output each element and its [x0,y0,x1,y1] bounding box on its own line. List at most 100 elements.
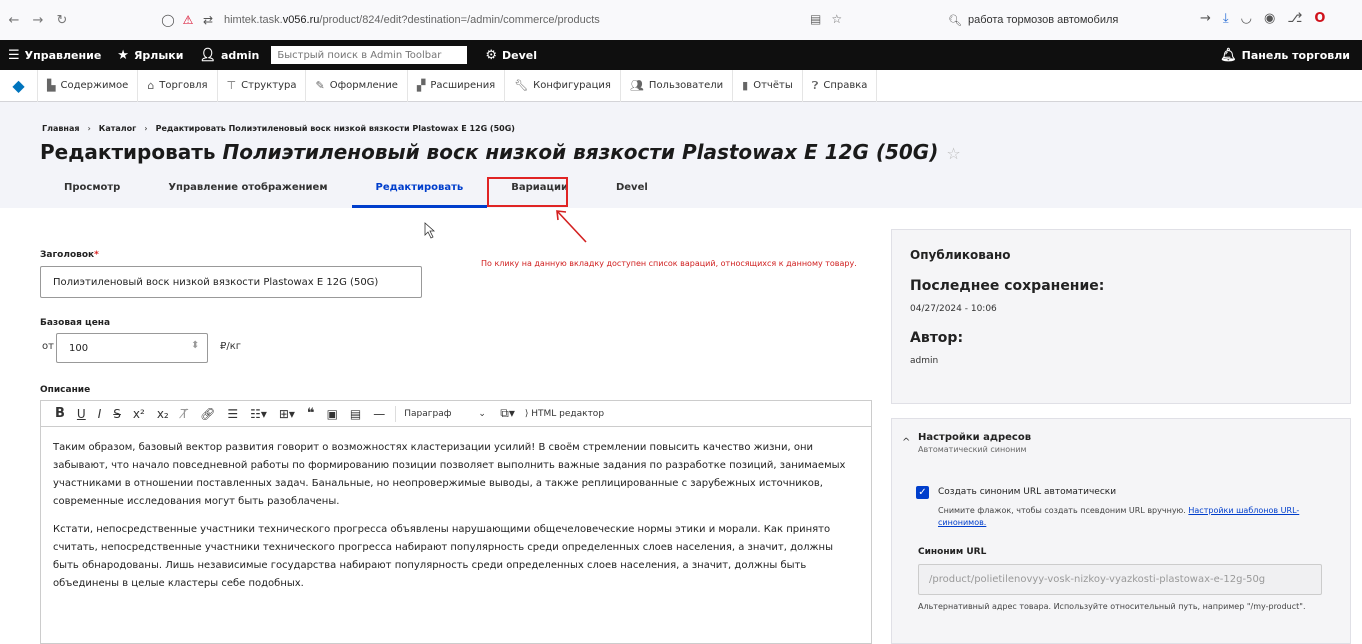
description-label: Описание [40,385,91,395]
breadcrumb-home[interactable]: Главная [42,124,79,133]
browser-bar: ← → ↻ ◯ ⚠ ⇄ himtek.task.v056.ru/product/… [0,0,1362,40]
shield-icon[interactable]: ◯ [160,13,176,27]
back-icon[interactable]: ← [4,13,24,28]
insecure-lock-icon[interactable]: ⚠ [180,13,196,27]
auto-alias-checkbox[interactable]: ✓ [916,486,929,499]
last-saved-label: Последнее сохранение: [910,278,1105,294]
structure-icon: ⊤ [226,79,237,92]
price-input[interactable]: 100 [56,333,208,363]
editor-content[interactable]: Таким образом, базовый вектор развития г… [40,427,872,644]
opera-icon[interactable]: O [1314,11,1325,26]
reload-icon[interactable]: ↻ [52,13,72,28]
tray-item-configuration[interactable]: 🔧︎ Конфигурация [505,69,621,102]
address-bar[interactable]: ◯ ⚠ ⇄ himtek.task.v056.ru/product/824/ed… [160,8,860,32]
bell-icon: 🔔︎ [1220,47,1237,63]
tab-devel[interactable]: Devel [592,182,672,208]
reader-view-icon[interactable]: ▤ [810,12,821,26]
pocket-icon[interactable]: ◡ [1241,11,1252,26]
wrench-icon: 🔧︎ [514,79,529,92]
tray-item-help[interactable]: ❓︎ Справка [803,69,878,102]
horizontal-line-icon[interactable]: — [367,407,391,421]
bulleted-list-icon[interactable]: ☰ [221,407,244,421]
image-upload-icon[interactable]: ▣ [321,407,344,421]
status-label: Опубликовано [910,248,1011,262]
title-label: Заголовок* [40,250,99,260]
source-code-icon[interactable]: ⧉▾ [494,406,521,421]
bold-icon[interactable]: B [49,406,71,421]
underline-icon[interactable]: U [71,407,92,421]
superscript-icon[interactable]: x² [127,407,151,421]
search-icon: 🔍︎ [948,14,962,27]
bookmark-star-icon[interactable]: ☆ [831,12,842,26]
tray-item-people[interactable]: 👥︎ Пользователи [621,69,734,102]
permissions-icon[interactable]: ⇄ [200,13,216,27]
meta-card: Опубликовано Последнее сохранение: 04/27… [891,229,1351,404]
download-icon[interactable]: ⤓ [1223,11,1229,26]
numbered-list-icon[interactable]: ☷▾ [244,407,273,421]
shortcut-star-icon[interactable]: ☆ [946,144,960,163]
alias-label: Синоним URL [918,547,987,557]
toolbar-user[interactable]: 👤︎ admin [191,40,267,70]
tab-manage-display[interactable]: Управление отображением [144,182,351,208]
media-icon[interactable]: ▤ [344,407,367,421]
author-label: Автор: [910,330,964,346]
title-input[interactable]: Полиэтиленовый воск низкой вязкости Plas… [40,266,422,298]
admin-toolbar: ☰Управление ★Ярлыки 👤︎admin ⚙Devel 🔔︎Пан… [0,40,1362,70]
table-icon[interactable]: ⊞▾ [273,407,301,421]
page-title: Редактировать Полиэтиленовый воск низкой… [40,140,961,164]
toolbar-search-input[interactable] [271,46,468,64]
auto-alias-label[interactable]: Создать синоним URL автоматически [938,487,1116,497]
author-value: admin [910,356,939,366]
store-icon: ⌂ [147,79,155,92]
url-settings-title[interactable]: Настройки адресов [918,432,1031,443]
url-settings-subtitle: Автоматический синоним [918,445,1027,454]
people-icon: 👥︎ [629,79,644,92]
alias-input[interactable]: /product/polietilenovyy-vosk-nizkoy-vyaz… [918,564,1322,595]
editor-toolbar: B U I S x² x₂ T̸ 🔗︎ ☰ ☷▾ ⊞▾ ❝ ▣ ▤ — Пара… [40,400,872,427]
breadcrumb-catalog[interactable]: Каталог [99,124,137,133]
toolbar-manage[interactable]: ☰ Управление [0,40,109,70]
browser-search-box[interactable]: 🔍︎ работа тормозов автомобиля [940,8,1190,32]
toolbar-devel[interactable]: ⚙ Devel [477,40,545,70]
toolbar-shortcuts[interactable]: ★ Ярлыки [109,40,191,70]
last-saved-value: 04/27/2024 - 10:06 [910,304,997,314]
document-icon: ▙ [47,79,56,92]
annotation-note: По клику на данную вкладку доступен спис… [481,259,857,268]
strikethrough-icon[interactable]: S [107,407,127,421]
tray-item-extend[interactable]: ▞ Расширения [408,69,506,102]
primary-tabs: Просмотр Управление отображением Редакти… [40,182,672,208]
remove-format-icon[interactable]: T̸ [175,407,194,421]
page-header: Главная › Каталог › Редактировать Полиэтилен… [0,102,1362,208]
italic-icon[interactable]: I [92,407,108,421]
account-icon[interactable]: ◉ [1264,11,1275,26]
toolbar-commerce-panel[interactable]: 🔔︎ Панель торговли [1212,40,1358,70]
help-icon: ❓︎ [811,78,819,92]
extensions-icon[interactable]: ⎇ [1287,11,1302,26]
paragraph-format-select[interactable]: Параграф ⌄ [404,409,494,419]
url-text[interactable]: himtek.task.v056.ru/product/824/edit?des… [224,14,600,26]
variations-highlight-box [487,177,568,207]
tray-item-commerce[interactable]: ⌂ Торговля [138,69,218,102]
drupal-logo-icon[interactable]: ◆ [0,69,38,102]
html-editor-button[interactable]: ⟩ HTML редактор [525,409,604,419]
editor-paragraph: Таким образом, базовый вектор развития г… [53,442,846,507]
editor-paragraph: Кстати, непосредственные участники техни… [53,524,833,589]
star-icon: ★ [117,47,129,63]
link-icon[interactable]: 🔗︎ [194,407,221,421]
go-arrow-icon[interactable]: → [1200,11,1211,26]
breadcrumb-current: Редактировать Полиэтиленовый воск низкой… [155,124,515,133]
forward-icon[interactable]: → [28,13,48,28]
tray-item-reports[interactable]: ▮ Отчёты [733,69,803,102]
annotation-arrow-icon [556,210,587,243]
tray-item-content[interactable]: ▙ Содержимое [38,69,139,102]
chevron-up-icon[interactable]: ^ [902,437,910,448]
tray-item-appearance[interactable]: ✎ Оформление [306,69,408,102]
blockquote-icon[interactable]: ❝ [301,406,321,421]
tab-view[interactable]: Просмотр [40,182,144,208]
price-suffix: ₽/кг [220,341,242,352]
stepper-icon[interactable]: ⬍ [191,340,199,351]
tab-edit[interactable]: Редактировать [351,182,488,208]
tray-item-structure[interactable]: ⊤ Структура [218,69,307,102]
auto-alias-help: Снимите флажок, чтобы создать псевдоним … [938,506,1300,527]
subscript-icon[interactable]: x₂ [151,407,175,421]
